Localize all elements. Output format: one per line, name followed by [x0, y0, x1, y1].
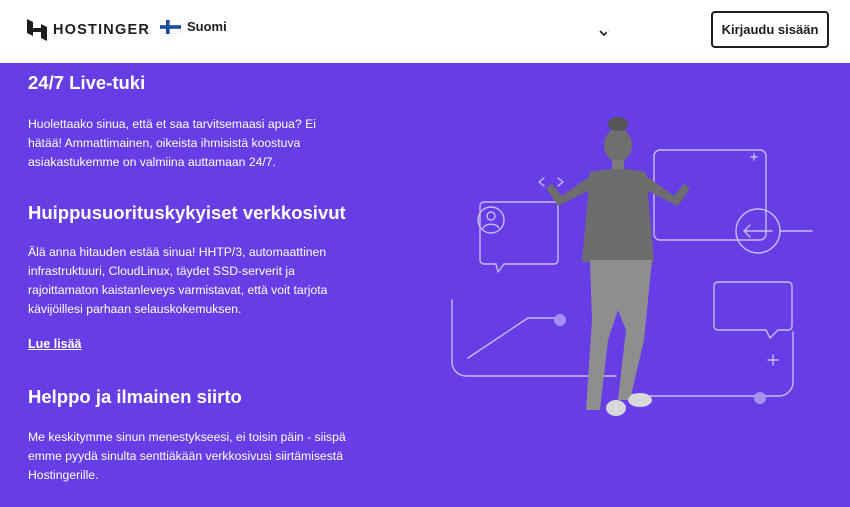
- section-title-performance: Huippusuorituskykyiset verkkosivut: [28, 202, 346, 223]
- language-label: Suomi: [187, 19, 227, 34]
- nav-kotisivukone[interactable]: Kotisivukone: [411, 22, 512, 41]
- section-title-support: 24/7 Live-tuki: [28, 72, 146, 93]
- language-selector[interactable]: Suomi: [160, 19, 227, 34]
- section-text-migration: Me keskitymme sinun menestykseesi, ei to…: [28, 430, 346, 482]
- nav-wordpress[interactable]: WordPress: [329, 22, 412, 41]
- site-header: HOSTINGER Suomi WordPress Kotisivukone W…: [0, 0, 850, 63]
- nav-webhotelli-label: Webhotelli: [504, 22, 589, 41]
- section-text-performance: Älä anna hitauden estää sinua! HHTP/3, a…: [28, 245, 328, 316]
- support-illustration: [451, 117, 813, 416]
- login-button[interactable]: Kirjaudu sisään: [711, 11, 829, 48]
- section-title-migration: Helppo ja ilmainen siirto: [28, 386, 242, 407]
- brand-logo[interactable]: HOSTINGER: [27, 19, 150, 41]
- nav-webhotelli[interactable]: Webhotelli: [504, 22, 609, 41]
- read-more-link[interactable]: Lue lisää: [28, 337, 82, 351]
- brand-name: HOSTINGER: [53, 22, 150, 38]
- finland-flag-icon: [160, 19, 181, 34]
- hostinger-logo-icon: [27, 19, 47, 41]
- section-text-support: Huolettaako sinua, että et saa tarvitsem…: [28, 117, 316, 169]
